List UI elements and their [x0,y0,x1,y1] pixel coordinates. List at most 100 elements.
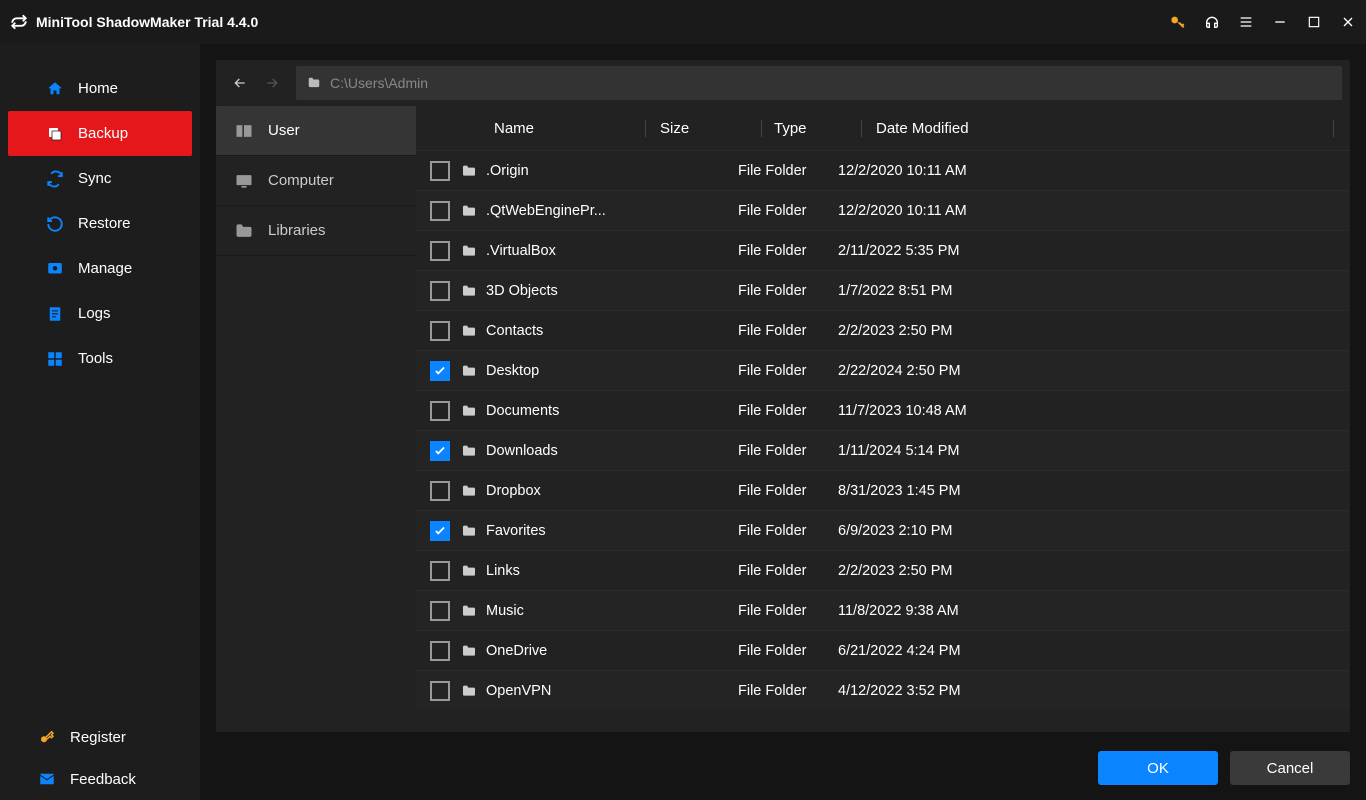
file-type: File Folder [738,403,838,419]
folder-icon [460,163,478,179]
sidebar-item-label: Home [78,80,118,97]
sync-icon [46,170,64,188]
file-row[interactable]: .OriginFile Folder12/2/2020 10:11 AM [416,150,1350,190]
tree-item-user[interactable]: User [216,106,416,156]
file-row[interactable]: ContactsFile Folder2/2/2023 2:50 PM [416,310,1350,350]
file-row[interactable]: .VirtualBoxFile Folder2/11/2022 5:35 PM [416,230,1350,270]
file-row[interactable]: DesktopFile Folder2/22/2024 2:50 PM [416,350,1350,390]
file-type: File Folder [738,523,838,539]
file-type: File Folder [738,443,838,459]
tree-item-label: User [268,122,300,139]
path-text: C:\Users\Admin [330,75,428,91]
file-row[interactable]: OneDriveFile Folder6/21/2022 4:24 PM [416,630,1350,670]
sidebar-item-tools[interactable]: Tools [8,336,192,381]
checkbox[interactable] [430,161,450,181]
sidebar-item-backup[interactable]: Backup [8,111,192,156]
checkbox[interactable] [430,201,450,221]
file-row[interactable]: DownloadsFile Folder1/11/2024 5:14 PM [416,430,1350,470]
checkbox[interactable] [430,361,450,381]
path-bar: C:\Users\Admin [216,60,1350,106]
sidebar-item-logs[interactable]: Logs [8,291,192,336]
file-date: 6/9/2023 2:10 PM [838,523,1350,539]
path-input[interactable]: C:\Users\Admin [296,66,1342,100]
file-row[interactable]: OpenVPNFile Folder4/12/2022 3:52 PM [416,670,1350,710]
file-name: Links [486,563,738,579]
checkbox[interactable] [430,281,450,301]
col-type[interactable]: Type [762,120,862,137]
sidebar-item-home[interactable]: Home [8,66,192,111]
file-list[interactable]: .OriginFile Folder12/2/2020 10:11 AM.QtW… [416,150,1350,732]
checkbox[interactable] [430,561,450,581]
sidebar-item-restore[interactable]: Restore [8,201,192,246]
minimize-icon[interactable] [1272,14,1288,30]
file-name: Music [486,603,738,619]
file-name: Documents [486,403,738,419]
dialog-footer: OK Cancel [200,744,1366,800]
file-date: 12/2/2020 10:11 AM [838,203,1350,219]
headset-icon[interactable] [1204,14,1220,30]
file-date: 6/21/2022 4:24 PM [838,643,1350,659]
menu-icon[interactable] [1238,14,1254,30]
sidebar-bottom-feedback[interactable]: Feedback [0,758,200,800]
nav-back-button[interactable] [224,67,256,99]
col-name[interactable]: Name [488,120,646,137]
title-bar: MiniTool ShadowMaker Trial 4.4.0 [0,0,1366,44]
main-panel: C:\Users\Admin User Computer Libraries Nam… [200,44,1366,800]
sidebar-bottom-label: Register [70,729,126,746]
checkbox[interactable] [430,441,450,461]
file-date: 1/11/2024 5:14 PM [838,443,1350,459]
sidebar-item-label: Tools [78,350,113,367]
maximize-icon[interactable] [1306,14,1322,30]
file-date: 2/11/2022 5:35 PM [838,243,1350,259]
col-date[interactable]: Date Modified [862,120,1334,137]
file-type: File Folder [738,243,838,259]
file-type: File Folder [738,643,838,659]
file-type: File Folder [738,283,838,299]
file-name: Desktop [486,363,738,379]
file-row[interactable]: DropboxFile Folder8/31/2023 1:45 PM [416,470,1350,510]
libraries-icon [234,221,254,241]
file-date: 11/7/2023 10:48 AM [838,403,1350,419]
tree-item-label: Computer [268,172,334,189]
file-type: File Folder [738,203,838,219]
ok-button[interactable]: OK [1098,751,1218,785]
file-row[interactable]: .QtWebEnginePr...File Folder12/2/2020 10… [416,190,1350,230]
nav-forward-button[interactable] [256,67,288,99]
folder-icon [460,563,478,579]
user-icon [234,121,254,141]
folder-icon [460,323,478,339]
folder-icon [460,363,478,379]
mail-icon [38,770,56,788]
tools-icon [46,350,64,368]
checkbox[interactable] [430,521,450,541]
file-row[interactable]: 3D ObjectsFile Folder1/7/2022 8:51 PM [416,270,1350,310]
close-icon[interactable] [1340,14,1356,30]
sidebar-bottom-register[interactable]: Register [0,716,200,758]
file-name: OpenVPN [486,683,738,699]
file-row[interactable]: MusicFile Folder11/8/2022 9:38 AM [416,590,1350,630]
file-row[interactable]: LinksFile Folder2/2/2023 2:50 PM [416,550,1350,590]
file-row[interactable]: DocumentsFile Folder11/7/2023 10:48 AM [416,390,1350,430]
sidebar-item-manage[interactable]: Manage [8,246,192,291]
checkbox[interactable] [430,401,450,421]
file-type: File Folder [738,323,838,339]
col-size[interactable]: Size [646,120,762,137]
tree-item-computer[interactable]: Computer [216,156,416,206]
checkbox[interactable] [430,481,450,501]
cancel-button[interactable]: Cancel [1230,751,1350,785]
checkbox[interactable] [430,321,450,341]
sidebar-item-label: Backup [78,125,128,142]
checkbox[interactable] [430,641,450,661]
source-tree: User Computer Libraries [216,106,416,732]
tree-item-libraries[interactable]: Libraries [216,206,416,256]
checkbox[interactable] [430,601,450,621]
license-key-icon[interactable] [1170,14,1186,30]
checkbox[interactable] [430,681,450,701]
file-name: OneDrive [486,643,738,659]
sidebar-item-label: Restore [78,215,131,232]
sidebar-item-sync[interactable]: Sync [8,156,192,201]
key-icon [38,728,56,746]
checkbox[interactable] [430,241,450,261]
file-row[interactable]: FavoritesFile Folder6/9/2023 2:10 PM [416,510,1350,550]
file-date: 11/8/2022 9:38 AM [838,603,1350,619]
